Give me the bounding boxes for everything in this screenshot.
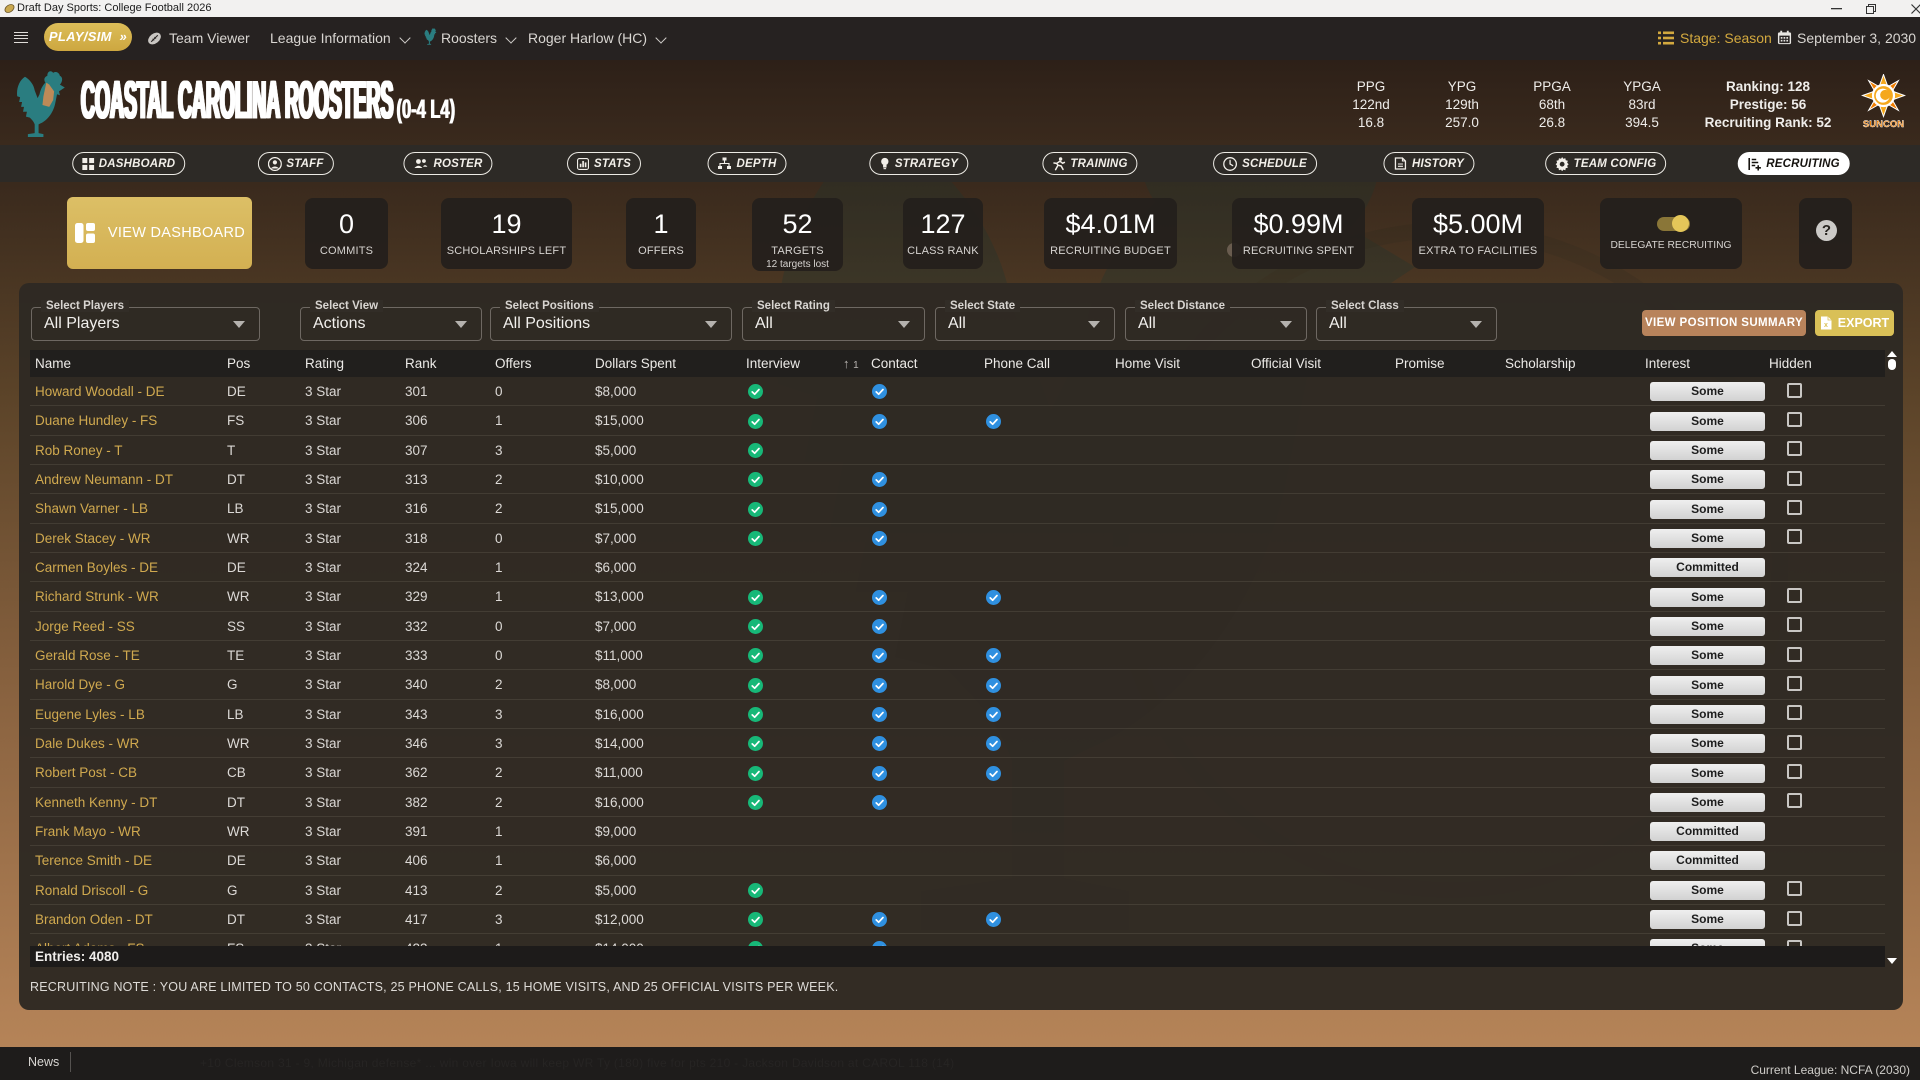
- svg-text:SUNCON: SUNCON: [1863, 119, 1904, 130]
- svg-text:x: x: [1824, 322, 1828, 329]
